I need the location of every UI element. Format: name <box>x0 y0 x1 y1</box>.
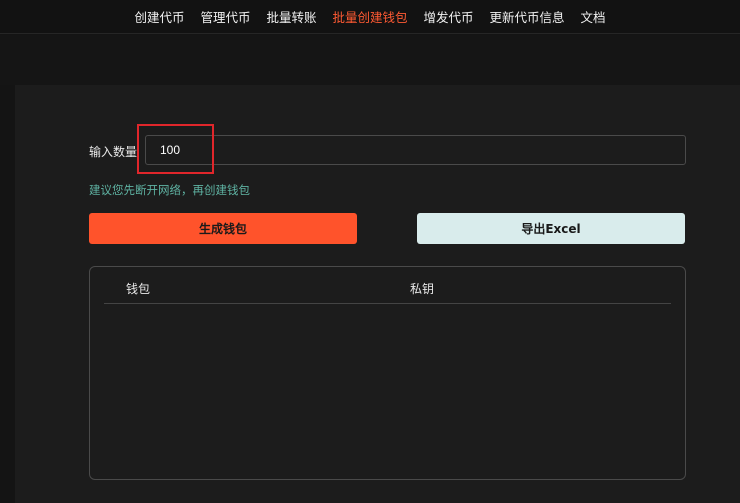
quantity-label: 输入数量 <box>89 145 138 159</box>
nav-create-token[interactable]: 创建代币 <box>134 7 184 26</box>
nav-docs[interactable]: 文档 <box>581 7 606 26</box>
generate-wallet-button[interactable]: 生成钱包 <box>89 213 357 244</box>
column-header-private-key: 私钥 <box>410 282 435 296</box>
offline-hint: 建议您先断开网络，再创建钱包 <box>89 183 250 197</box>
nav-mint-token[interactable]: 增发代币 <box>424 7 474 26</box>
nav-batch-create-wallet[interactable]: 批量创建钱包 <box>332 7 407 26</box>
top-navigation: 创建代币 管理代币 批量转账 批量创建钱包 增发代币 更新代币信息 文档 <box>0 0 740 34</box>
header-band <box>0 35 740 85</box>
quantity-input[interactable] <box>145 135 686 165</box>
wallet-table: 钱包 私钥 <box>89 266 686 480</box>
nav-batch-transfer[interactable]: 批量转账 <box>266 7 316 26</box>
column-header-wallet: 钱包 <box>126 282 151 296</box>
table-header: 钱包 私钥 <box>104 267 671 304</box>
nav-update-token-info[interactable]: 更新代币信息 <box>490 7 565 26</box>
export-excel-button[interactable]: 导出Excel <box>417 213 685 244</box>
nav-manage-token[interactable]: 管理代币 <box>200 7 250 26</box>
